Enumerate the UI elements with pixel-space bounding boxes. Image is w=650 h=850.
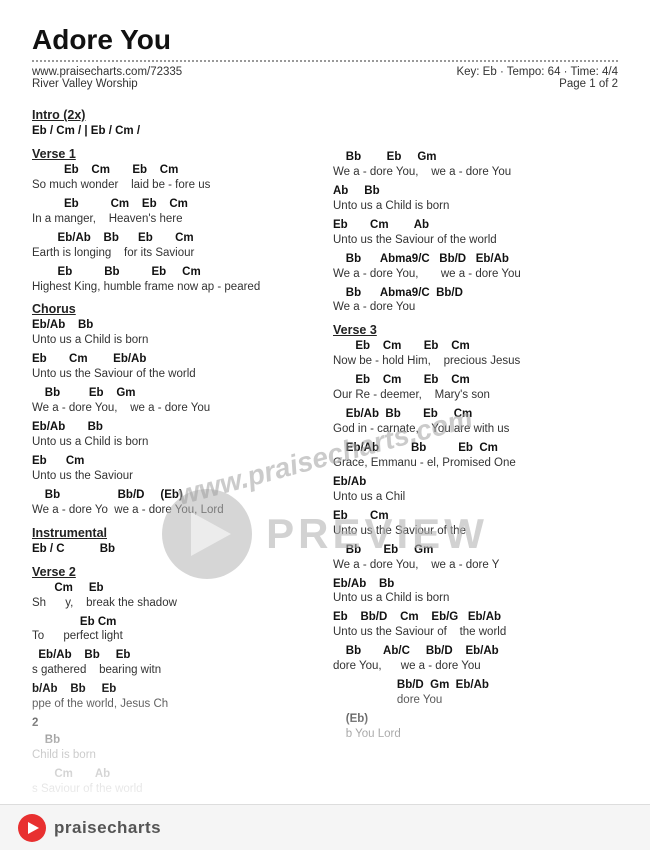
song-details: Key: Eb · Tempo: 64 · Time: 4/4 Page 1 o… <box>456 66 618 90</box>
song-time: Time: 4/4 <box>570 66 618 78</box>
song-url-artist: www.praisecharts.com/72335 River Valley … <box>32 66 182 90</box>
verse3-line3: Eb/Ab Bb Eb Cm God in - carnate, You are… <box>333 407 618 437</box>
rc3-line4: Eb/Ab Bb Unto us a Child is born <box>333 577 618 607</box>
fade-overlay <box>0 684 650 804</box>
chorus-label: Chorus <box>32 302 309 316</box>
verse1-line1: Eb Cm Eb Cm So much wonder laid be - for… <box>32 163 309 193</box>
title-divider <box>32 60 618 62</box>
chorus-line1: Eb/Ab Bb Unto us a Child is born <box>32 318 309 348</box>
song-url: www.praisecharts.com/72335 <box>32 66 182 78</box>
page-container: Adore You www.praisecharts.com/72335 Riv… <box>0 0 650 850</box>
chorus-line3: Bb Eb Gm We a - dore You, we a - dore Yo… <box>32 386 309 416</box>
verse3-line2: Eb Cm Eb Cm Our Re - deemer, Mary's son <box>333 373 618 403</box>
verse2-line3: Eb/Ab Bb Eb s gathered bearing witn <box>32 648 309 678</box>
chorus-line6: Bb Bb/D (Eb) We a - dore Yo we a - dore … <box>32 488 309 518</box>
intro-label: Intro (2x) <box>32 108 309 122</box>
right-chorus-line1: Bb Eb Gm We a - dore You, we a - dore Yo… <box>333 150 618 180</box>
rc3-line5: Eb Bb/D Cm Eb/G Eb/Ab Unto us the Saviou… <box>333 610 618 640</box>
verse2-line2: Eb Cm To perfect light <box>32 615 309 645</box>
song-page: Page 1 of 2 <box>456 78 618 90</box>
song-tempo: Tempo: 64 <box>507 66 561 78</box>
rc3-line1: Eb/Ab Unto us a Chil <box>333 475 618 505</box>
song-artist: River Valley Worship <box>32 78 182 90</box>
verse2-label: Verse 2 <box>32 565 309 579</box>
verse1-label: Verse 1 <box>32 147 309 161</box>
song-key-tempo-time: Key: Eb · Tempo: 64 · Time: 4/4 <box>456 66 618 78</box>
rc3-line6: Bb Ab/C Bb/D Eb/Ab dore You, we a - dore… <box>333 644 618 674</box>
verse1-block: Eb Cm Eb Cm So much wonder laid be - for… <box>32 163 309 295</box>
chorus-line4: Eb/Ab Bb Unto us a Child is born <box>32 420 309 450</box>
verse1-line2: Eb Cm Eb Cm In a manger, Heaven's here <box>32 197 309 227</box>
verse1-line4: Eb Bb Eb Cm Highest King, humble frame n… <box>32 265 309 295</box>
right-chorus-line5: Bb Abma9/C Bb/D We a - dore You <box>333 286 618 316</box>
verse3-block: Eb Cm Eb Cm Now be - hold Him, precious … <box>333 339 618 471</box>
song-key: Key: Eb <box>456 66 496 78</box>
song-title: Adore You <box>32 24 618 56</box>
footer-logo <box>18 814 46 842</box>
footer: praisecharts <box>0 804 650 850</box>
instrumental-chords: Eb / C Bb <box>32 542 309 557</box>
verse3-line4: Eb/Ab Bb Eb Cm Grace, Emmanu - el, Promi… <box>333 441 618 471</box>
verse2-line1: Cm Eb Sh y, break the shadow <box>32 581 309 611</box>
right-chorus-block: Bb Eb Gm We a - dore You, we a - dore Yo… <box>333 150 618 315</box>
verse3-line1: Eb Cm Eb Cm Now be - hold Him, precious … <box>333 339 618 369</box>
intro-chords: Eb / Cm / | Eb / Cm / <box>32 124 309 139</box>
chorus-block: Eb/Ab Bb Unto us a Child is born Eb Cm E… <box>32 318 309 517</box>
verse1-line3: Eb/Ab Bb Eb Cm Earth is longing for its … <box>32 231 309 261</box>
rc3-line3: Bb Eb Gm We a - dore You, we a - dore Y <box>333 543 618 573</box>
instrumental-label: Instrumental <box>32 526 309 540</box>
right-chorus-line2: Ab Bb Unto us a Child is born <box>333 184 618 214</box>
rc3-line2: Eb Cm Unto us the Saviour of the <box>333 509 618 539</box>
song-meta: www.praisecharts.com/72335 River Valley … <box>32 66 618 90</box>
verse3-label: Verse 3 <box>333 323 618 337</box>
footer-brand: praisecharts <box>54 818 161 838</box>
right-chorus-line4: Bb Abma9/C Bb/D Eb/Ab We a - dore You, w… <box>333 252 618 282</box>
footer-play-icon <box>28 822 39 834</box>
right-chorus-line3: Eb Cm Ab Unto us the Saviour of the worl… <box>333 218 618 248</box>
chorus-line2: Eb Cm Eb/Ab Unto us the Saviour of the w… <box>32 352 309 382</box>
chorus-line5: Eb Cm Unto us the Saviour <box>32 454 309 484</box>
